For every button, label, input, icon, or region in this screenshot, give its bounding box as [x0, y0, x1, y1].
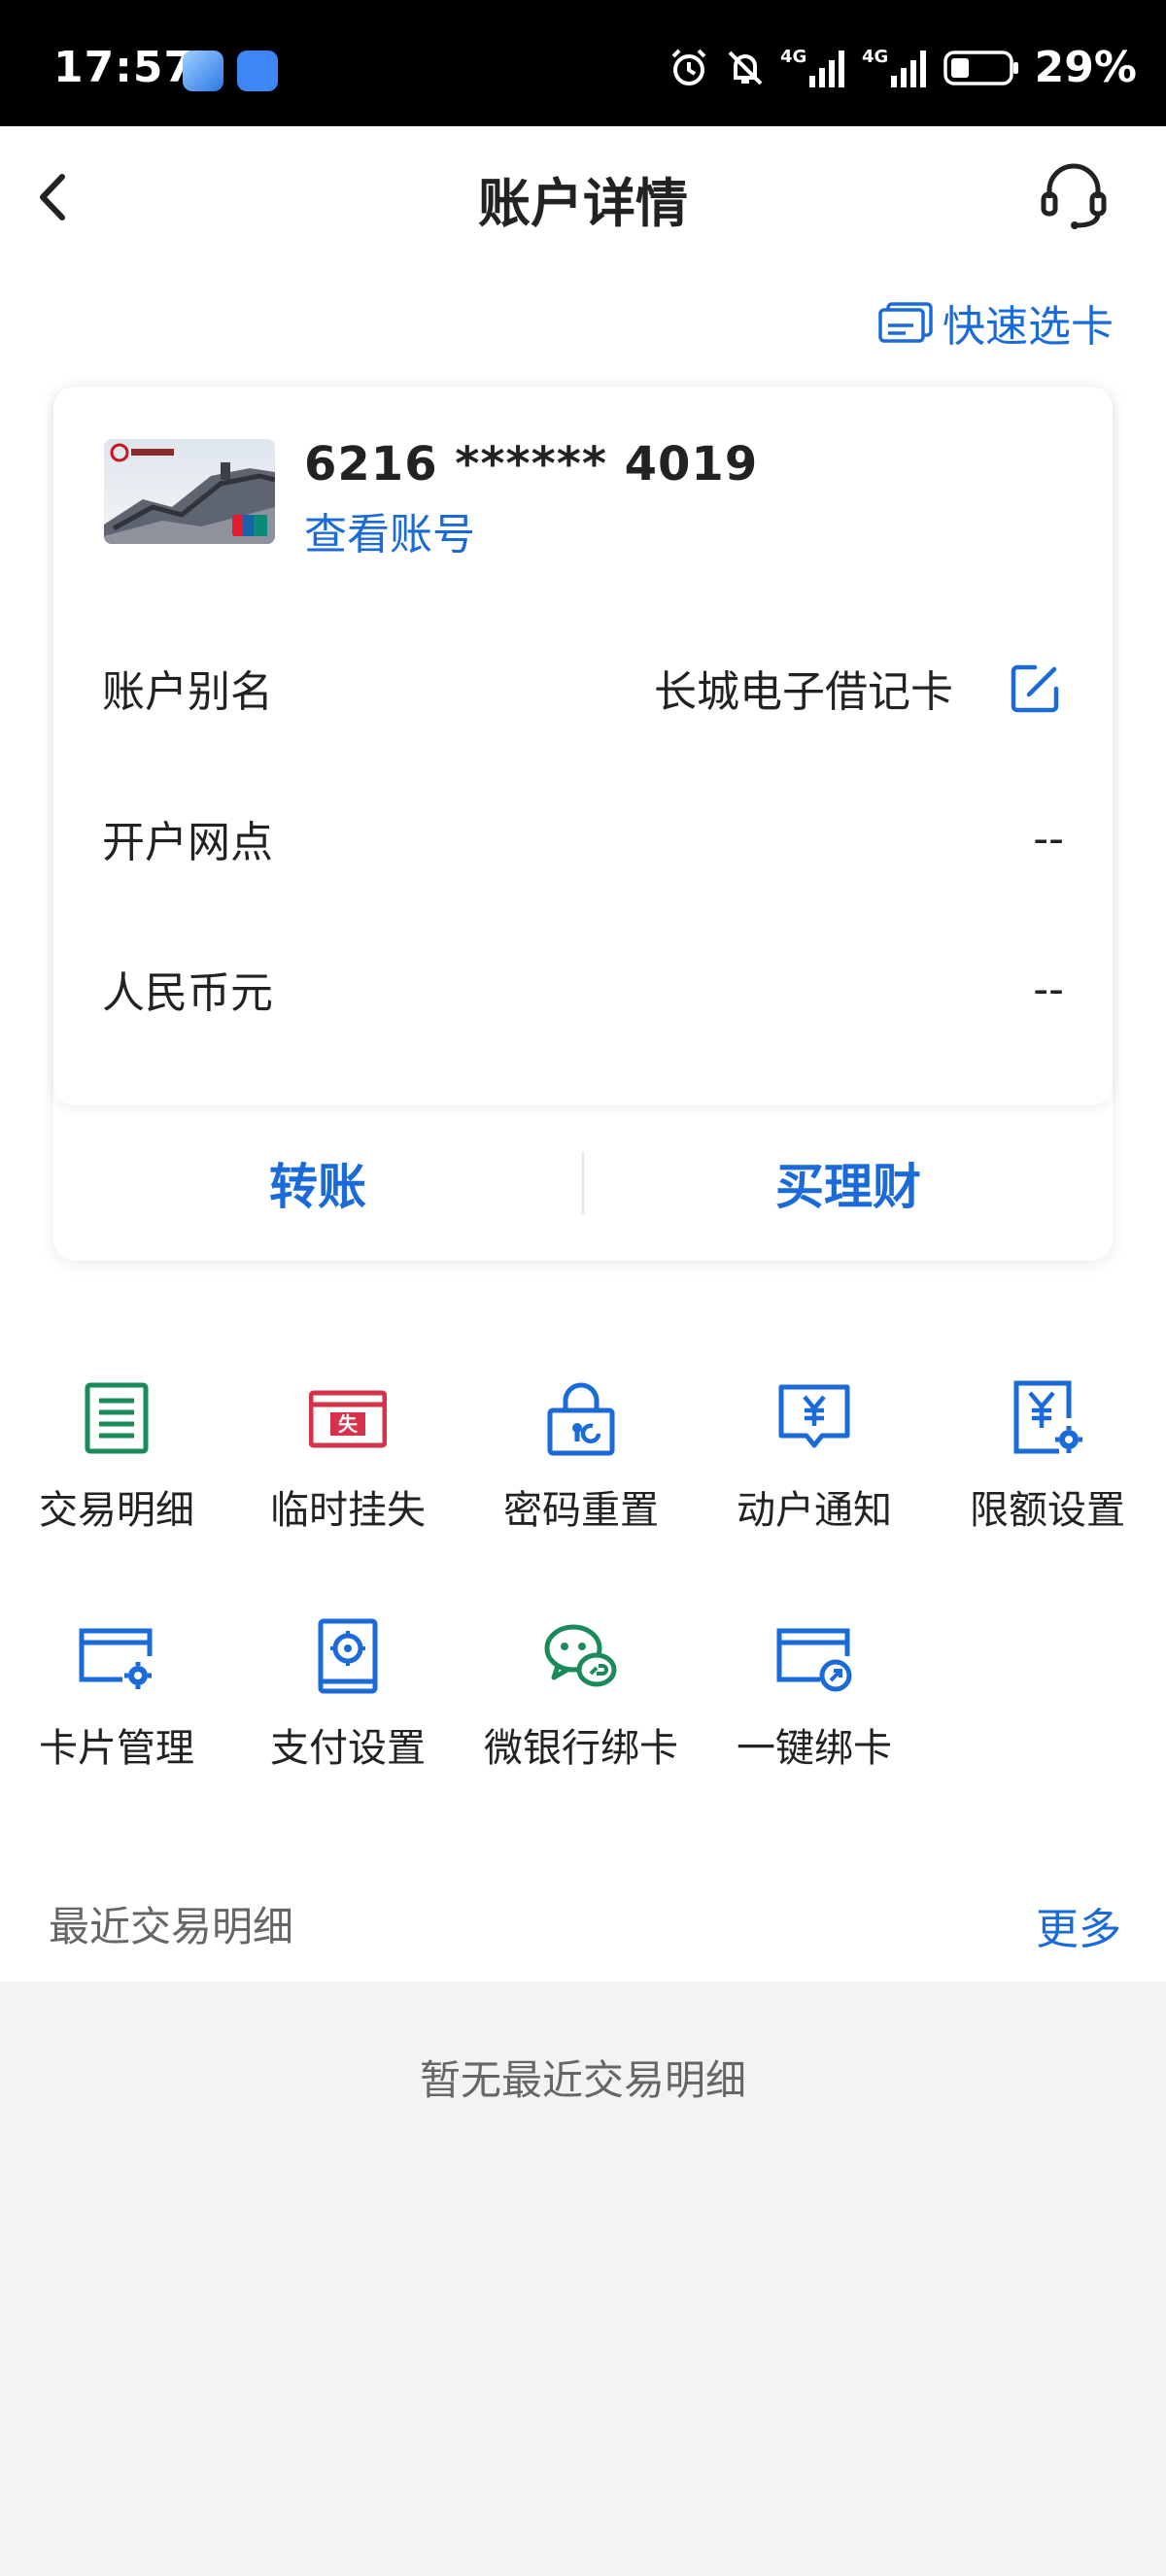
- func-label: 一键绑卡: [737, 1726, 892, 1771]
- func-wechat-bind[interactable]: 微银行绑卡: [464, 1617, 698, 1773]
- func-activity-notice[interactable]: 动户通知: [698, 1379, 931, 1535]
- yuan-message-icon: [778, 1384, 850, 1448]
- signal-4g-icon: 4G: [780, 47, 844, 87]
- currency-label: 人民币元: [102, 968, 273, 1018]
- message-app-icon: [237, 51, 278, 91]
- safe-icon: [318, 1618, 378, 1694]
- account-card: 6216 ****** 4019 查看账号 账户别名 长城电子借记卡 开户网点 …: [53, 387, 1113, 1261]
- func-limit-settings[interactable]: 限额设置: [931, 1379, 1164, 1535]
- document-list-icon: [85, 1382, 149, 1454]
- wechat-link-icon: [544, 1624, 617, 1687]
- quick-select-card-button[interactable]: 快速选卡: [878, 291, 1114, 354]
- battery-percent: 29%: [1034, 43, 1137, 92]
- alarm-icon: [671, 49, 706, 85]
- battery-icon: [943, 50, 1018, 85]
- alias-row: 账户别名 长城电子借记卡: [102, 644, 1064, 731]
- account-card-info: 6216 ****** 4019 查看账号 账户别名 长城电子借记卡 开户网点 …: [53, 387, 1113, 1105]
- branch-row: 开户网点 --: [102, 795, 1064, 882]
- lost-card-icon: 失: [309, 1390, 387, 1448]
- func-label: 微银行绑卡: [484, 1726, 678, 1771]
- func-transaction-details[interactable]: 交易明细: [0, 1379, 233, 1535]
- currency-value: --: [1033, 964, 1064, 1014]
- func-label: 临时挂失: [270, 1488, 426, 1533]
- bank-card-image: [104, 439, 275, 544]
- func-password-reset[interactable]: 密码重置: [464, 1379, 698, 1535]
- status-indicators: 4G 4G 29%: [668, 43, 1137, 92]
- card-number: 6216 ****** 4019: [304, 437, 759, 491]
- browser-app-icon: [183, 51, 223, 91]
- more-link[interactable]: 更多: [1036, 1894, 1121, 1956]
- edit-icon[interactable]: [1008, 660, 1064, 716]
- branch-label: 开户网点: [102, 818, 273, 867]
- lock-reset-icon: [547, 1382, 615, 1456]
- empty-transactions-text: 暂无最近交易明细: [419, 2056, 746, 2104]
- func-report-lost[interactable]: 失 临时挂失: [231, 1379, 464, 1535]
- page-title: 账户详情: [478, 173, 688, 234]
- func-payment-settings[interactable]: 支付设置: [231, 1617, 464, 1773]
- card-gear-icon: [79, 1628, 153, 1689]
- func-label: 支付设置: [270, 1726, 426, 1771]
- func-label: 密码重置: [503, 1488, 659, 1533]
- headset-icon[interactable]: [1038, 161, 1110, 231]
- mute-bell-icon: [728, 51, 763, 85]
- func-label: 卡片管理: [39, 1726, 194, 1771]
- func-card-management[interactable]: 卡片管理: [0, 1617, 233, 1773]
- signal-4g-icon-2: 4G: [862, 47, 926, 87]
- buy-finance-button[interactable]: 买理财: [584, 1148, 1113, 1218]
- currency-row: 人民币元 --: [102, 945, 1064, 1033]
- view-account-link[interactable]: 查看账号: [304, 499, 475, 561]
- func-label: 动户通知: [737, 1488, 892, 1533]
- func-one-click-bind[interactable]: 一键绑卡: [698, 1617, 931, 1773]
- recent-transactions-title: 最近交易明细: [49, 1903, 294, 1950]
- func-label: 限额设置: [970, 1488, 1125, 1533]
- svg-text:4G: 4G: [862, 47, 888, 67]
- svg-text:失: 失: [338, 1412, 359, 1436]
- alias-label: 账户别名: [102, 667, 273, 717]
- svg-text:4G: 4G: [780, 47, 806, 67]
- card-list-icon: [878, 302, 933, 343]
- branch-value: --: [1033, 813, 1064, 864]
- func-label: 交易明细: [39, 1488, 194, 1533]
- transfer-button[interactable]: 转账: [53, 1148, 582, 1218]
- yuan-gear-icon: [1013, 1380, 1082, 1454]
- status-bar: 17:57 4G 4G 29%: [0, 0, 1166, 126]
- card-link-icon: [776, 1628, 852, 1692]
- alias-value: 长城电子借记卡: [654, 667, 953, 717]
- status-time: 17:57: [53, 43, 195, 92]
- quick-select-label: 快速选卡: [943, 302, 1114, 352]
- card-actions: 转账 买理财: [53, 1105, 1113, 1261]
